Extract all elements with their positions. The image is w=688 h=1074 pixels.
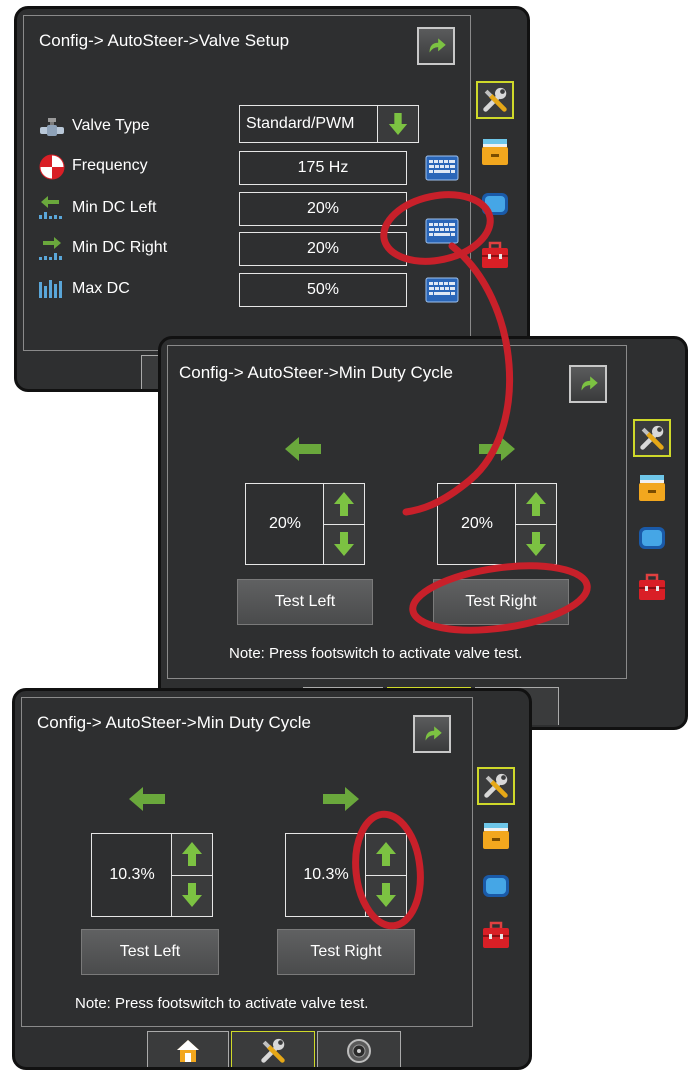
test-right-highlight bbox=[409, 562, 591, 634]
stepper-highlight bbox=[352, 810, 424, 930]
keyboard-highlight bbox=[380, 191, 494, 265]
annotation-overlay bbox=[352, 191, 591, 930]
connector-curve bbox=[402, 242, 514, 516]
